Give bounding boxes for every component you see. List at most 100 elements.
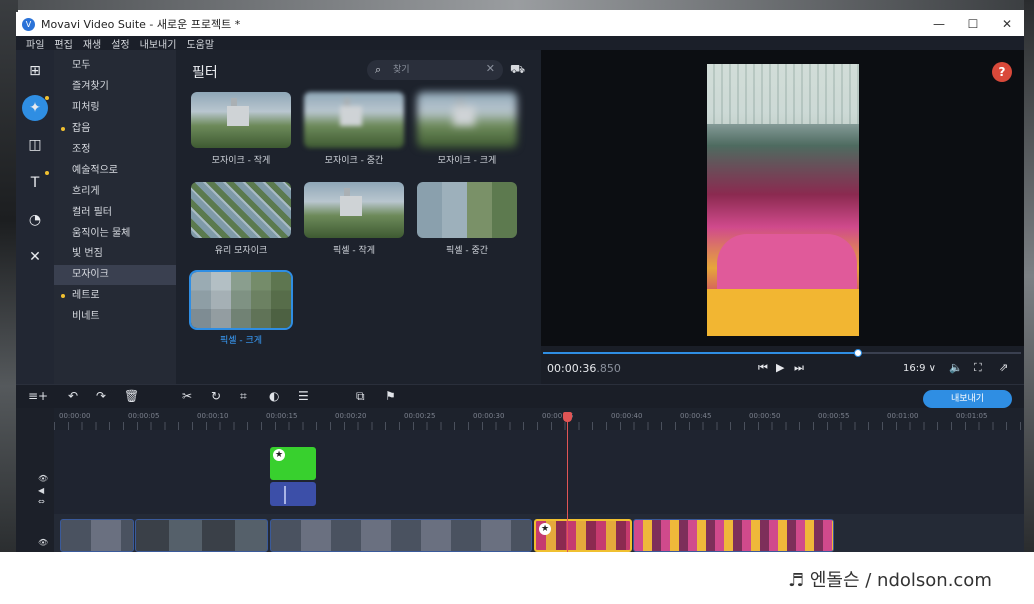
more-tools-icon[interactable]: ✕ bbox=[22, 244, 48, 270]
fullscreen-icon[interactable]: ⛶ bbox=[974, 361, 982, 375]
background-right bbox=[1024, 0, 1034, 552]
clear-icon[interactable]: ✕ bbox=[486, 62, 495, 75]
filter-category-list: 모두 즐겨찾기 피처링 잡음 조정 예술적으로 흐리게 컬러 필터 움직이는 물… bbox=[54, 50, 176, 384]
category-item[interactable]: 조정 bbox=[54, 140, 176, 160]
filters-wand-icon[interactable]: ✦ bbox=[22, 95, 48, 121]
category-label: 예술적으로 bbox=[72, 165, 118, 176]
category-item[interactable]: 즐겨찾기 bbox=[54, 77, 176, 97]
maximize-button[interactable]: ☐ bbox=[956, 12, 990, 36]
search-input[interactable] bbox=[393, 63, 477, 77]
category-label: 비네트 bbox=[72, 311, 100, 322]
video-clip[interactable] bbox=[60, 519, 134, 552]
filter-thumbnail bbox=[304, 182, 404, 238]
play-icon[interactable]: ▶ bbox=[776, 361, 784, 374]
add-track-icon[interactable]: ≡+ bbox=[28, 389, 48, 403]
filter-tile[interactable]: 모자이크 - 중간 bbox=[304, 92, 404, 166]
category-item[interactable]: 움직이는 물체 bbox=[54, 224, 176, 244]
category-label: 모자이크 bbox=[72, 269, 109, 280]
marker-flag-icon[interactable]: ⚑ bbox=[385, 389, 396, 403]
close-button[interactable]: ✕ bbox=[990, 12, 1024, 36]
category-label: 잡음 bbox=[72, 123, 91, 134]
filter-tile[interactable]: 모자이크 - 크게 bbox=[417, 92, 517, 166]
redo-icon[interactable]: ↷ bbox=[96, 389, 106, 403]
audio-icon[interactable]: ◀ bbox=[38, 486, 44, 495]
ruler-label: 00:00:40 bbox=[611, 412, 643, 420]
ruler-label: 00:00:30 bbox=[473, 412, 505, 420]
undo-icon[interactable]: ↶ bbox=[68, 389, 78, 403]
video-clip[interactable] bbox=[270, 519, 532, 552]
menu-playback[interactable]: 재생 bbox=[83, 36, 101, 51]
filter-tile[interactable]: 픽셀 - 작게 bbox=[304, 182, 404, 256]
video-clip-selected[interactable]: ★ bbox=[534, 519, 632, 552]
visibility-eye-icon[interactable]: 👁 bbox=[38, 474, 48, 483]
ruler-label: 00:00:20 bbox=[335, 412, 367, 420]
category-item[interactable]: 흐리게 bbox=[54, 182, 176, 202]
help-button[interactable]: ? bbox=[992, 62, 1012, 82]
crop-icon[interactable]: ⌗ bbox=[240, 389, 247, 404]
popout-icon[interactable]: ⇗ bbox=[999, 361, 1008, 374]
scrub-handle[interactable] bbox=[854, 349, 863, 357]
search-box[interactable]: ⌕ ✕ bbox=[367, 60, 503, 80]
ruler-label: 00:00:15 bbox=[266, 412, 298, 420]
skip-back-icon[interactable]: ⏮ bbox=[758, 361, 768, 375]
filter-tile[interactable]: 모자이크 - 작게 bbox=[191, 92, 291, 166]
menu-file[interactable]: 파일 bbox=[26, 36, 44, 51]
category-item[interactable]: 레트로 bbox=[54, 286, 176, 306]
category-item[interactable]: 예술적으로 bbox=[54, 161, 176, 181]
category-item[interactable]: 모두 bbox=[54, 56, 176, 76]
preview-frame bbox=[707, 64, 859, 336]
category-item-selected[interactable]: 모자이크 bbox=[54, 265, 176, 285]
video-clip[interactable] bbox=[633, 519, 834, 552]
category-item[interactable]: 피처링 bbox=[54, 98, 176, 118]
cut-icon[interactable]: ✂ bbox=[182, 389, 192, 403]
new-dot-icon bbox=[45, 96, 49, 100]
clip-settings-icon[interactable]: ☰ bbox=[298, 389, 309, 403]
filter-tile[interactable]: 픽셀 - 중간 bbox=[417, 182, 517, 256]
filter-label: 픽셀 - 크게 bbox=[219, 336, 263, 346]
audio-clip[interactable] bbox=[270, 482, 316, 506]
menu-export[interactable]: 내보내기 bbox=[140, 36, 177, 51]
timeline-ruler[interactable]: 00:00:00 00:00:05 00:00:10 00:00:15 00:0… bbox=[54, 408, 1024, 430]
filter-thumbnail bbox=[304, 92, 404, 148]
scrub-progress bbox=[543, 352, 859, 354]
filter-tile[interactable]: 유리 모자이크 bbox=[191, 182, 291, 256]
aspect-ratio-dropdown[interactable]: 16:9 ∨ bbox=[903, 363, 936, 374]
menu-settings[interactable]: 설정 bbox=[111, 36, 129, 51]
category-label: 모두 bbox=[72, 60, 91, 71]
delete-icon[interactable]: 🗑 bbox=[124, 389, 139, 403]
ruler-label: 00:00:05 bbox=[128, 412, 160, 420]
ruler-label: 00:00:25 bbox=[404, 412, 436, 420]
visibility-eye-icon[interactable]: 👁 bbox=[38, 538, 48, 547]
category-item[interactable]: 잡음 bbox=[54, 119, 176, 139]
import-icon[interactable]: ⊞ bbox=[22, 58, 48, 84]
filter-thumbnail bbox=[417, 182, 517, 238]
category-item[interactable]: 컬러 필터 bbox=[54, 203, 176, 223]
skip-forward-icon[interactable]: ⏭ bbox=[794, 361, 804, 375]
link-icon[interactable]: ⇔ bbox=[38, 497, 45, 506]
transitions-icon[interactable]: ◫ bbox=[22, 132, 48, 158]
ruler-label: 00:00:00 bbox=[59, 412, 91, 420]
category-label: 빛 번짐 bbox=[72, 248, 103, 259]
overlay-clip-green[interactable]: ★ bbox=[270, 447, 316, 480]
record-overlay-icon[interactable]: ⧉ bbox=[356, 389, 365, 404]
ruler-label: 00:01:05 bbox=[956, 412, 988, 420]
export-button[interactable]: 내보내기 bbox=[923, 390, 1012, 408]
category-item[interactable]: 빛 번짐 bbox=[54, 244, 176, 264]
filter-tile-selected[interactable]: 픽셀 - 크게 bbox=[189, 270, 293, 346]
video-clip[interactable] bbox=[135, 519, 268, 552]
filter-thumbnail bbox=[417, 92, 517, 148]
ruler-label: 00:01:00 bbox=[887, 412, 919, 420]
rotate-icon[interactable]: ↻ bbox=[211, 389, 221, 403]
scrub-bar[interactable] bbox=[543, 349, 1021, 357]
color-adjust-icon[interactable]: ◐ bbox=[269, 389, 279, 403]
menu-help[interactable]: 도움말 bbox=[186, 36, 214, 51]
titles-icon[interactable]: T bbox=[22, 170, 48, 196]
filter-label: 유리 모자이크 bbox=[214, 246, 268, 256]
stickers-icon[interactable]: ◔ bbox=[22, 207, 48, 233]
volume-icon[interactable]: 🔈 bbox=[949, 361, 963, 374]
minimize-button[interactable]: — bbox=[922, 12, 956, 36]
menu-edit[interactable]: 편집 bbox=[54, 36, 72, 51]
category-item[interactable]: 비네트 bbox=[54, 307, 176, 327]
search-icon: ⌕ bbox=[375, 63, 382, 76]
cart-icon[interactable]: ⛟ bbox=[510, 62, 525, 78]
